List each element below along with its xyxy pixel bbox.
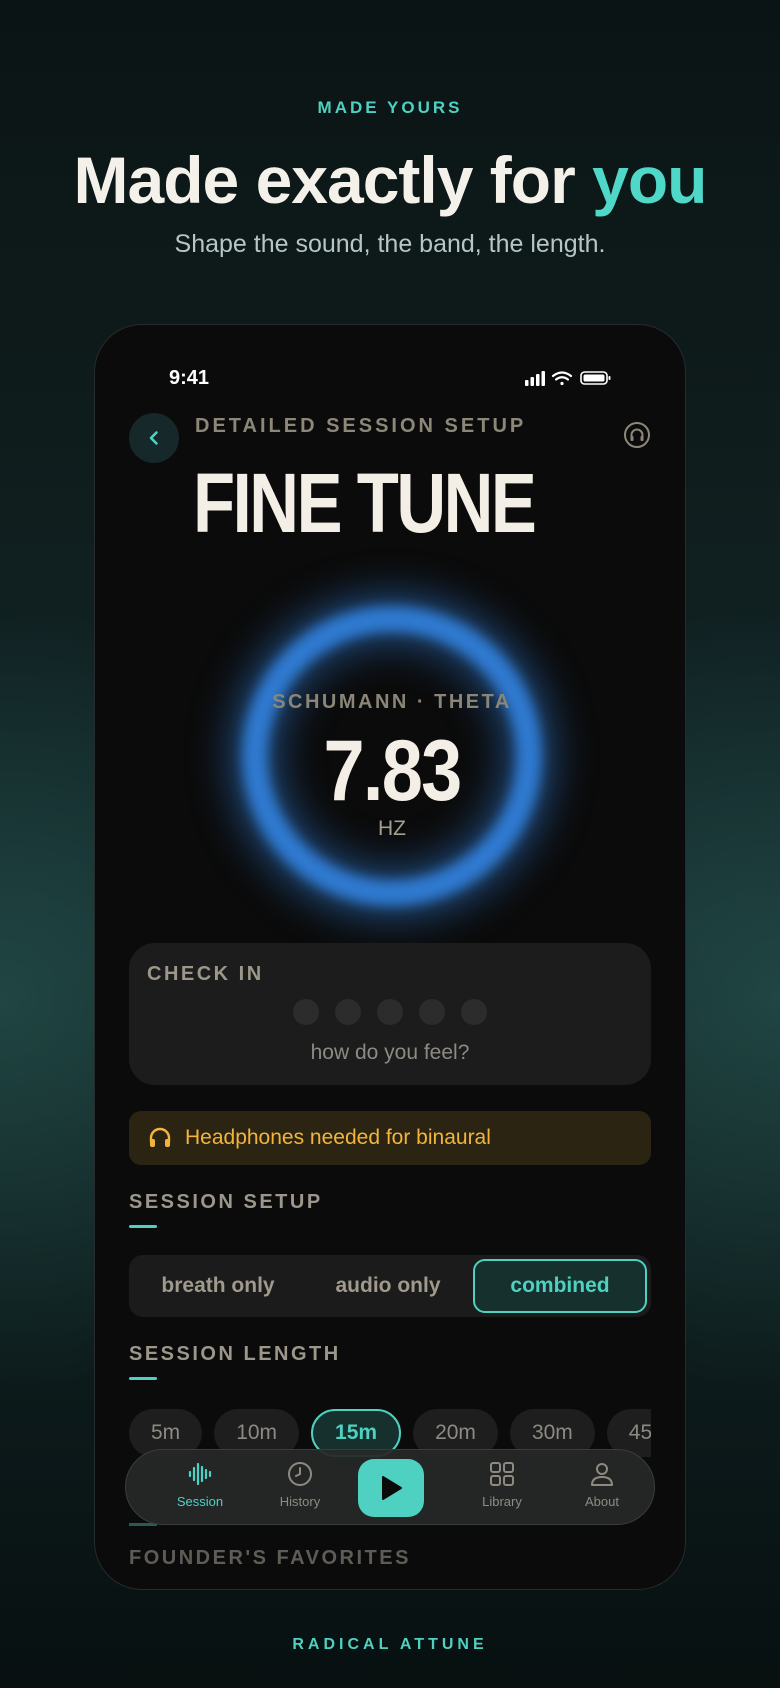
status-time: 9:41 — [169, 367, 210, 389]
mood-dot[interactable] — [335, 999, 361, 1025]
frequency-value: 7.83 — [323, 723, 462, 819]
setup-eyebrow: DETAILED SESSION SETUP — [195, 415, 527, 437]
headphones-icon[interactable] — [623, 421, 651, 449]
promo-subhead: Shape the sound, the band, the length. — [174, 230, 606, 258]
session-setup-title: SESSION SETUP — [129, 1191, 323, 1213]
signal-icon — [525, 371, 545, 386]
tab-label: Library — [482, 1494, 522, 1509]
mood-dot[interactable] — [419, 999, 445, 1025]
mood-dot[interactable] — [377, 999, 403, 1025]
session-length-title: SESSION LENGTH — [129, 1343, 341, 1365]
person-icon — [591, 1463, 613, 1486]
tab-label: Session — [176, 1494, 224, 1509]
notice-text: Headphones needed for binaural — [185, 1126, 491, 1149]
tab-label: History — [279, 1494, 321, 1509]
section-underline — [129, 1225, 157, 1228]
mode-combined[interactable]: combined — [473, 1259, 647, 1313]
founders-favorites-title: FOUNDER'S FAVORITES — [129, 1547, 411, 1569]
brand-footer: RADICAL ATTUNE — [292, 1636, 488, 1653]
page-title: FINE TUNE — [193, 456, 537, 550]
tab-about[interactable]: About — [562, 1460, 642, 1516]
frequency-label: SCHUMANN · THETA — [272, 691, 512, 713]
grid-icon — [490, 1462, 514, 1486]
play-button[interactable] — [358, 1459, 424, 1517]
back-button[interactable] — [129, 413, 179, 463]
tab-history[interactable]: History — [260, 1460, 340, 1516]
headphones-icon — [149, 1127, 171, 1147]
mood-scale — [293, 999, 487, 1025]
headline-accent: you — [592, 143, 707, 217]
check-in-prompt: how do you feel? — [310, 1041, 470, 1064]
headphones-notice: Headphones needed for binaural — [129, 1111, 651, 1165]
mood-dot[interactable] — [293, 999, 319, 1025]
tab-library[interactable]: Library — [462, 1460, 542, 1516]
frequency-unit: HZ — [378, 817, 406, 840]
status-icons — [525, 371, 611, 386]
mode-audio-only[interactable]: audio only — [303, 1259, 473, 1313]
mood-dot[interactable] — [461, 999, 487, 1025]
chevron-left-icon — [149, 431, 158, 445]
battery-icon — [580, 371, 611, 385]
session-mode-selector: breath only audio only combined — [129, 1255, 651, 1317]
play-icon — [382, 1476, 402, 1500]
tab-session[interactable]: Session — [160, 1460, 240, 1516]
clock-icon — [288, 1462, 312, 1486]
frequency-display: SCHUMANN · THETA 7.83 HZ — [217, 581, 567, 931]
promo-headline: Made exactly for you — [0, 140, 780, 220]
check-in-card: CHECK IN how do you feel? — [129, 943, 651, 1085]
check-in-title: CHECK IN — [147, 963, 264, 985]
tab-label: About — [585, 1494, 619, 1509]
wifi-icon — [551, 371, 573, 386]
phone-frame: 9:41 DETAILED SESSION SETUP FINE TUNE SC… — [94, 324, 686, 1590]
section-underline — [129, 1377, 157, 1380]
headline-main: Made exactly for — [73, 143, 576, 217]
mode-breath-only[interactable]: breath only — [133, 1259, 303, 1313]
tab-bar: Session History Library About — [125, 1449, 655, 1525]
waveform-icon — [188, 1462, 212, 1486]
promo-eyebrow: MADE YOURS — [317, 98, 463, 117]
